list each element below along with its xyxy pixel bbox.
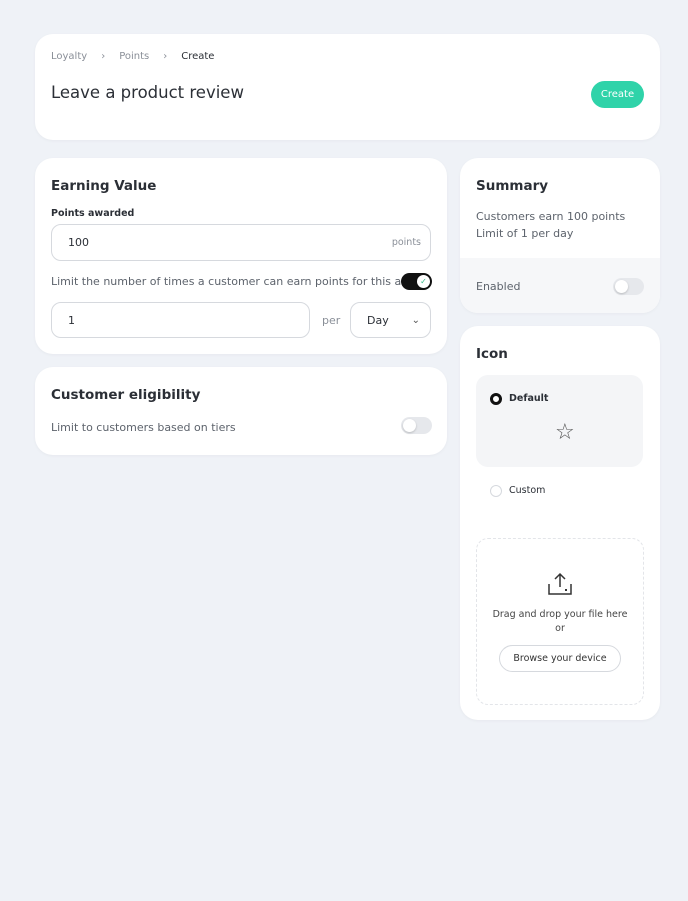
chevron-right-icon: ›: [101, 51, 106, 62]
file-dropzone[interactable]: Drag and drop your file here or Browse y…: [476, 538, 644, 705]
icon-title: Icon: [476, 346, 508, 362]
period-select[interactable]: Day ⌄: [350, 302, 431, 338]
toggle-knob: [403, 419, 416, 432]
points-label: Points awarded: [51, 208, 135, 219]
limit-toggle[interactable]: ✓: [401, 273, 432, 290]
per-label: per: [322, 314, 341, 327]
drop-text: Drag and drop your file here: [492, 609, 628, 620]
summary-card: Summary Customers earn 100 points Limit …: [460, 158, 660, 313]
create-button[interactable]: Create: [591, 81, 644, 108]
enabled-label: Enabled: [476, 280, 521, 293]
limit-input[interactable]: 1: [51, 302, 310, 338]
icon-card: Icon Default ☆ Custom Drag and drop your…: [460, 326, 660, 720]
breadcrumb-points[interactable]: Points: [119, 51, 149, 62]
period-value: Day: [367, 313, 389, 327]
limit-label: Limit the number of times a customer can…: [51, 275, 429, 288]
upload-icon: [547, 572, 573, 600]
earning-title: Earning Value: [51, 178, 157, 194]
earning-value-card: Earning Value Points awarded 100 points …: [35, 158, 447, 354]
summary-line1: Customers earn 100 points: [476, 210, 626, 223]
summary-title: Summary: [476, 178, 549, 194]
summary-footer: Enabled: [460, 258, 660, 313]
tiers-toggle[interactable]: [401, 417, 432, 434]
chevron-down-icon: ⌄: [411, 314, 420, 326]
radio-custom[interactable]: [490, 485, 502, 497]
toggle-knob: [615, 280, 628, 293]
points-suffix: points: [391, 237, 421, 248]
default-label: Default: [509, 393, 549, 404]
browse-button[interactable]: Browse your device: [499, 645, 621, 672]
eligibility-title: Customer eligibility: [51, 387, 201, 403]
header-card: Loyalty › Points › Create Leave a produc…: [35, 34, 660, 140]
tiers-label: Limit to customers based on tiers: [51, 421, 236, 434]
radio-default-selected[interactable]: [490, 393, 502, 405]
star-icon: ☆: [555, 420, 575, 445]
summary-line2: Limit of 1 per day: [476, 227, 574, 240]
chevron-right-icon: ›: [163, 51, 168, 62]
breadcrumb: Loyalty › Points › Create: [51, 51, 214, 62]
page-title: Leave a product review: [51, 83, 244, 102]
or-text: or: [555, 623, 565, 634]
limit-value: 1: [68, 313, 75, 327]
custom-label: Custom: [509, 485, 546, 496]
check-icon: ✓: [417, 275, 430, 288]
points-value: 100: [68, 236, 89, 249]
enabled-toggle[interactable]: [613, 278, 644, 295]
breadcrumb-create: Create: [181, 51, 215, 62]
points-input[interactable]: 100 points: [51, 224, 431, 261]
default-option[interactable]: Default ☆: [476, 375, 643, 467]
customer-eligibility-card: Customer eligibility Limit to customers …: [35, 367, 447, 455]
breadcrumb-loyalty[interactable]: Loyalty: [51, 51, 87, 62]
